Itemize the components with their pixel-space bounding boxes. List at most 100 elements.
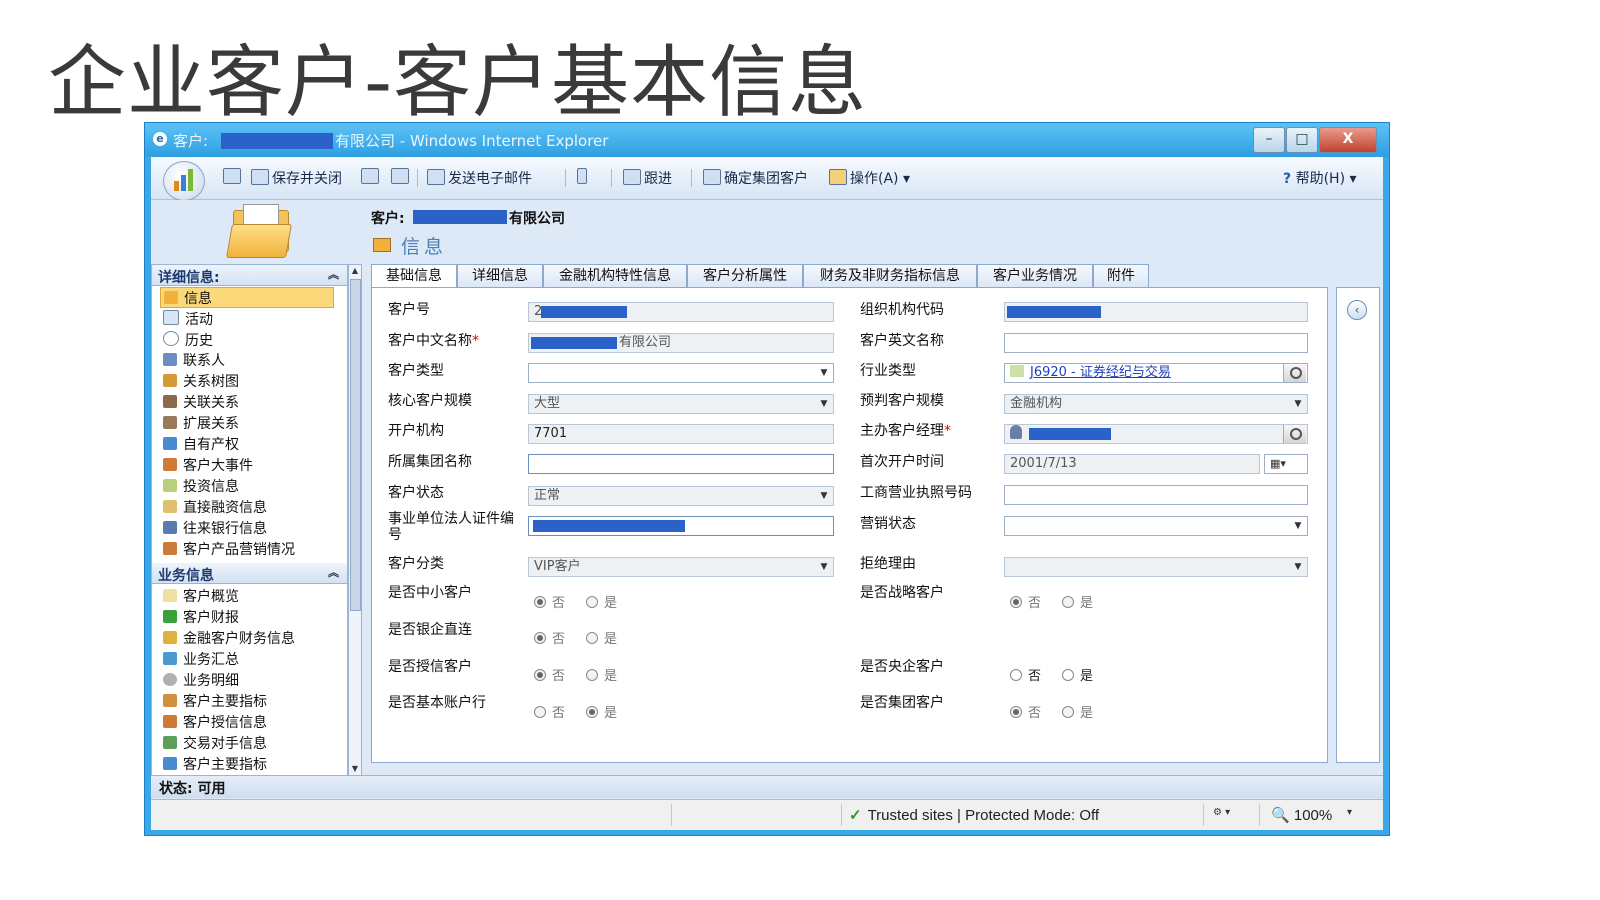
radio-central-no[interactable]: 否 bbox=[1010, 665, 1041, 684]
radio-bank-direct-no[interactable]: 否 bbox=[534, 628, 565, 647]
calendar-button[interactable]: ▦▾ bbox=[1264, 454, 1308, 474]
tab-financial[interactable]: 财务及非财务指标信息 bbox=[803, 264, 977, 287]
nav-item-marketing[interactable]: 客户产品营销情况 bbox=[160, 539, 332, 558]
radio-basic-yes[interactable]: 是 bbox=[586, 702, 617, 721]
org-code-field[interactable] bbox=[1004, 302, 1308, 322]
nav-item-activity[interactable]: 活动 bbox=[160, 308, 332, 328]
nav-item-extended[interactable]: 扩展关系 bbox=[160, 413, 332, 432]
save-close-icon bbox=[251, 169, 269, 185]
en-name-input[interactable] bbox=[1004, 333, 1308, 353]
pre-scale-select[interactable]: 金融机构 ▼ bbox=[1004, 394, 1308, 414]
actions-menu[interactable]: 操作(A) ▾ bbox=[829, 168, 910, 188]
industry-lookup[interactable]: J6920 - 证券经纪与交易 bbox=[1004, 363, 1308, 383]
tab-business[interactable]: 客户业务情况 bbox=[977, 264, 1093, 287]
customer-type-select[interactable]: ▼ bbox=[528, 363, 834, 383]
zoom-icon: 🔍 bbox=[1271, 807, 1290, 824]
nav-item-fin-info[interactable]: 金融客户财务信息 bbox=[160, 628, 332, 647]
reject-select[interactable]: ▼ bbox=[1004, 557, 1308, 577]
radio-credit-no[interactable]: 否 bbox=[534, 665, 565, 684]
tab-basic[interactable]: 基础信息 bbox=[371, 264, 457, 289]
scroll-thumb[interactable] bbox=[350, 279, 361, 611]
nav-item-counterparty[interactable]: 交易对手信息 bbox=[160, 733, 332, 752]
window-titlebar[interactable]: e 客户: 有限公司 - Windows Internet Explorer –… bbox=[145, 123, 1389, 157]
nav-item-property[interactable]: 自有产权 bbox=[160, 434, 332, 453]
dropdown-icon: ▼ bbox=[820, 562, 828, 572]
nav-item-info[interactable]: 信息 bbox=[160, 287, 334, 308]
marketing-icon bbox=[163, 542, 177, 555]
manager-lookup[interactable] bbox=[1004, 424, 1308, 444]
financing-icon bbox=[163, 500, 177, 513]
save-close-button[interactable]: 保存并关闭 bbox=[251, 168, 342, 188]
scroll-down-icon: ▼ bbox=[351, 764, 359, 773]
nav-item-kpi[interactable]: 客户主要指标 bbox=[160, 691, 332, 710]
nav-item-credit[interactable]: 客户授信信息 bbox=[160, 712, 332, 731]
radio-basic-no[interactable]: 否 bbox=[534, 702, 565, 721]
confirm-group-button[interactable]: 确定集团客户 bbox=[703, 168, 808, 188]
nav-item-contacts[interactable]: 联系人 bbox=[160, 350, 332, 369]
group-icon bbox=[703, 169, 721, 185]
nav-item-history[interactable]: 历史 bbox=[160, 329, 332, 349]
crm-logo-icon[interactable] bbox=[163, 161, 205, 201]
label-basic-account: 是否基本账户行 bbox=[388, 695, 486, 711]
nav-item-overview[interactable]: 客户概览 bbox=[160, 586, 332, 605]
status-select[interactable]: 正常 ▼ bbox=[528, 486, 834, 506]
license-input[interactable] bbox=[1004, 485, 1308, 505]
security-zone[interactable]: ✓ Trusted sites | Protected Mode: Off bbox=[849, 806, 1099, 824]
tab-detail[interactable]: 详细信息 bbox=[457, 264, 543, 287]
nav-item-reports[interactable]: 客户财报 bbox=[160, 607, 332, 626]
tab-attachments[interactable]: 附件 bbox=[1093, 264, 1149, 287]
nav-item-financing[interactable]: 直接融资信息 bbox=[160, 497, 332, 516]
print-icon[interactable] bbox=[391, 168, 412, 186]
collapse-left-icon[interactable]: ‹ bbox=[1347, 300, 1367, 320]
marketing-select[interactable]: ▼ bbox=[1004, 516, 1308, 536]
close-button[interactable]: X bbox=[1319, 127, 1377, 153]
tab-fin-inst[interactable]: 金融机构特性信息 bbox=[543, 264, 687, 287]
customer-no-field[interactable]: 2 bbox=[528, 302, 834, 322]
group-name-input[interactable] bbox=[528, 454, 834, 474]
nav-section-details[interactable]: 详细信息: ︽ bbox=[152, 265, 347, 286]
radio-sme-no[interactable]: 否 bbox=[534, 592, 565, 611]
minimize-button[interactable]: – bbox=[1253, 127, 1285, 153]
radio-strategic-yes[interactable]: 是 bbox=[1062, 592, 1093, 611]
radio-group-yes[interactable]: 是 bbox=[1062, 702, 1093, 721]
save-new-icon[interactable] bbox=[361, 168, 382, 186]
nav-scrollbar[interactable]: ▲ ▼ bbox=[348, 264, 362, 776]
attach-icon[interactable] bbox=[577, 168, 590, 186]
nav-item-relation-tree[interactable]: 关系树图 bbox=[160, 371, 332, 390]
nav-item-related[interactable]: 关联关系 bbox=[160, 392, 332, 411]
help-menu[interactable]: ? 帮助(H) ▾ bbox=[1283, 168, 1357, 188]
nav-section-business[interactable]: 业务信息 ︽ bbox=[152, 563, 347, 584]
radio-sme-yes[interactable]: 是 bbox=[586, 592, 617, 611]
radio-group-no[interactable]: 否 bbox=[1010, 702, 1041, 721]
branch-field[interactable]: 7701 bbox=[528, 424, 834, 444]
radio-credit-yes[interactable]: 是 bbox=[586, 665, 617, 684]
label-customer-type: 客户类型 bbox=[388, 363, 444, 379]
save-icon[interactable] bbox=[223, 168, 244, 186]
folder-icon bbox=[226, 204, 292, 258]
category-select[interactable]: VIP客户 ▼ bbox=[528, 557, 834, 577]
legal-cert-input[interactable] bbox=[528, 516, 834, 536]
window-client: 保存并关闭 发送电子邮件 跟进 确定集团客户 操作(A) ▾ ? 帮助(H) ▾… bbox=[151, 157, 1383, 830]
maximize-button[interactable]: □ bbox=[1286, 127, 1318, 153]
lookup-icon bbox=[1283, 425, 1306, 443]
first-open-date[interactable]: 2001/7/13 bbox=[1004, 454, 1260, 474]
zone-settings-icon[interactable]: ⚙ ▾ bbox=[1213, 807, 1230, 818]
radio-strategic-no[interactable]: 否 bbox=[1010, 592, 1041, 611]
nav-item-detail[interactable]: 业务明细 bbox=[160, 670, 332, 689]
core-scale-select[interactable]: 大型 ▼ bbox=[528, 394, 834, 414]
follow-up-button[interactable]: 跟进 bbox=[623, 168, 672, 188]
cn-name-field[interactable]: 有限公司 bbox=[528, 333, 834, 353]
radio-central-yes[interactable]: 是 bbox=[1062, 665, 1093, 684]
nav-item-banks[interactable]: 往来银行信息 bbox=[160, 518, 332, 537]
radio-bank-direct-yes[interactable]: 是 bbox=[586, 628, 617, 647]
send-email-button[interactable]: 发送电子邮件 bbox=[427, 168, 532, 188]
label-is-group: 是否集团客户 bbox=[860, 695, 944, 711]
tab-analysis[interactable]: 客户分析属性 bbox=[687, 264, 803, 287]
zoom-dropdown-icon[interactable]: ▾ bbox=[1347, 807, 1352, 818]
zoom-level[interactable]: 🔍 100% bbox=[1271, 806, 1332, 824]
slide-title: 企业客户-客户基本信息 bbox=[48, 38, 868, 128]
nav-item-summary[interactable]: 业务汇总 bbox=[160, 649, 332, 668]
nav-item-events[interactable]: 客户大事件 bbox=[160, 455, 332, 474]
nav-item-investment[interactable]: 投资信息 bbox=[160, 476, 332, 495]
nav-item-kpi-2[interactable]: 客户主要指标 bbox=[160, 754, 332, 773]
